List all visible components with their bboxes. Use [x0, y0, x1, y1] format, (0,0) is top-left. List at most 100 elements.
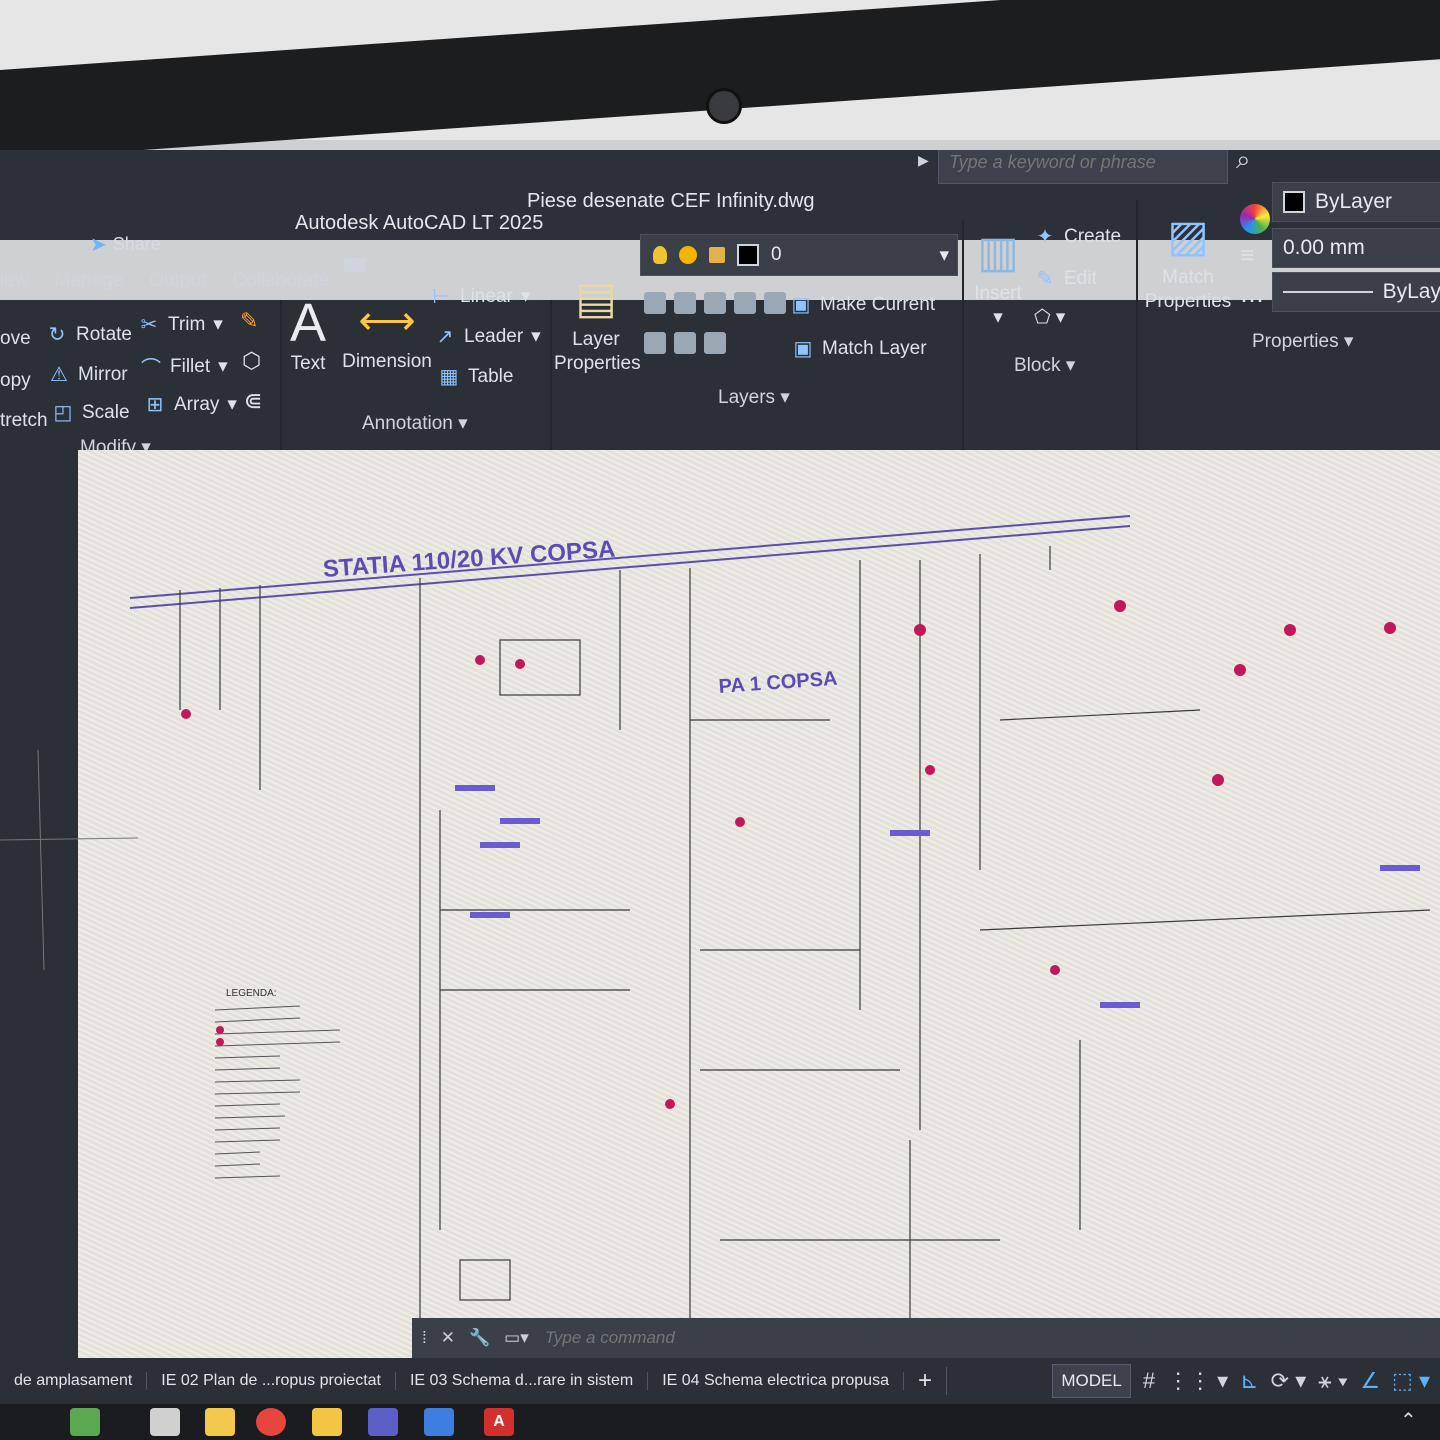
stretch-tool[interactable]: tretch — [0, 410, 48, 432]
offset-icon[interactable]: ⋐ — [244, 388, 262, 414]
weather-icon[interactable] — [70, 1408, 100, 1436]
polar-tracking-icon[interactable]: ⟳ ▾ — [1271, 1368, 1307, 1394]
rotate-button[interactable]: ↻ Rotate — [46, 322, 132, 347]
fillet-icon: ⌒ — [141, 358, 161, 380]
linetype-dropdown[interactable]: ByLay — [1272, 272, 1440, 312]
match-layer-label: Match Layer — [822, 337, 927, 359]
layer-off-icon[interactable] — [644, 292, 666, 314]
text-button[interactable]: A Text — [286, 294, 330, 376]
teams-icon[interactable] — [368, 1408, 398, 1436]
layer-properties-button[interactable]: ▤ Layer Properties — [554, 270, 641, 376]
status-bar-controls: MODEL # ⋮⋮ ▾ ⊾ ⟳ ▾ ⚹ ▾ ∠ ⬚ ▾ — [1052, 1358, 1440, 1404]
help-search-box[interactable] — [938, 150, 1228, 184]
scale-button[interactable]: ◰ Scale — [52, 400, 130, 425]
array-button[interactable]: ⊞ Array ▾ — [144, 392, 237, 417]
tab-view[interactable]: iew — [0, 270, 29, 292]
chevron-down-icon: ▾ — [939, 244, 949, 266]
label-blocks — [455, 785, 1420, 1008]
explode-icon[interactable]: ⬡ — [242, 348, 261, 374]
layers-panel-label[interactable]: Layers ▾ — [718, 386, 790, 409]
array-icon: ⊞ — [146, 394, 164, 416]
annotation-panel-label[interactable]: Annotation ▾ — [362, 412, 468, 435]
workspace-icon[interactable] — [344, 258, 366, 272]
task-view-icon[interactable] — [150, 1408, 180, 1436]
autocad-icon[interactable]: A — [484, 1408, 514, 1436]
table-button[interactable]: ▦ Table — [438, 364, 514, 389]
share-button[interactable]: ➤ Share — [90, 232, 161, 257]
layer-stack-icon: ▤ — [575, 274, 617, 323]
help-search-input[interactable] — [947, 150, 1221, 174]
command-prompt-icon[interactable]: ▭▾ — [504, 1328, 529, 1348]
move-tool[interactable]: ove — [0, 328, 31, 350]
screen: ➤ Share Autodesk AutoCAD LT 2025 Piese d… — [0, 150, 1440, 1440]
trim-button[interactable]: ✂ Trim ▾ — [138, 312, 223, 337]
color-dropdown[interactable]: ByLayer — [1272, 182, 1440, 222]
layer-dropdown[interactable]: 0 ▾ — [640, 234, 958, 276]
insert-icon: ▥ — [977, 228, 1019, 277]
model-space-button[interactable]: MODEL — [1052, 1364, 1131, 1398]
match-properties-button[interactable]: ▨ Match Properties — [1140, 208, 1236, 314]
copy-tool[interactable]: opy — [0, 370, 31, 392]
stretch-label: tretch — [0, 410, 48, 431]
chevron-up-icon[interactable]: ⌃ — [1400, 1408, 1417, 1433]
file-explorer-icon[interactable] — [312, 1408, 342, 1436]
layout-tab-ie04[interactable]: IE 04 Schema electrica propusa — [648, 1372, 904, 1390]
lineweight-dropdown[interactable]: 0.00 mm — [1272, 228, 1440, 268]
match-properties-label-1: Match — [1162, 267, 1214, 288]
scale-label: Scale — [82, 401, 130, 423]
tab-collaborate[interactable]: Collaborate — [232, 270, 329, 292]
tab-manage[interactable]: Manage — [55, 270, 124, 292]
color-value: ByLayer — [1315, 190, 1393, 213]
mirror-button[interactable]: ⚠ Mirror — [48, 362, 128, 387]
command-line[interactable]: ⁞ ✕ 🔧 ▭▾ — [412, 1318, 1440, 1358]
tab-output[interactable]: Output — [149, 270, 206, 292]
layer-freeze-icon[interactable] — [704, 292, 726, 314]
layer-on-tool-icon[interactable] — [764, 292, 786, 314]
layout-tab-site-plan[interactable]: de amplasament — [0, 1372, 148, 1390]
insert-block-button[interactable]: ▥ Insert ▾ — [966, 224, 1030, 330]
layout-tab-ie02[interactable]: IE 02 Plan de ...ropus proiectat — [147, 1372, 396, 1390]
grid-icon[interactable]: # — [1143, 1368, 1155, 1394]
close-icon[interactable]: ✕ — [441, 1328, 455, 1348]
block-attribute-icon[interactable]: ⬠ ▾ — [1034, 306, 1065, 329]
drawing-canvas[interactable]: STATIA 110/20 KV COPSA PA 1 COPSA LEGEND… — [0, 450, 1440, 1390]
make-current-button[interactable]: ▣ Make Current — [790, 292, 936, 317]
chevron-down-icon: ▾ — [213, 314, 223, 335]
snap-icon[interactable]: ⋮⋮ ▾ — [1167, 1368, 1228, 1394]
block-panel-label[interactable]: Block ▾ — [1014, 354, 1075, 377]
object-snap-icon[interactable]: ⬚ ▾ — [1392, 1368, 1430, 1394]
layer-thaw-all-icon[interactable] — [674, 332, 696, 354]
network-app-icon[interactable] — [424, 1408, 454, 1436]
search-icon[interactable]: ⌕ — [1236, 150, 1251, 176]
crosshair-cursor — [37, 749, 45, 971]
layer-lock-icon — [709, 247, 725, 263]
linetype-value: ByLay — [1382, 280, 1440, 303]
layer-lock-tool-icon[interactable] — [734, 292, 756, 314]
layout-tab-ie03[interactable]: IE 03 Schema d...rare in sistem — [396, 1372, 649, 1390]
ortho-icon[interactable]: ⊾ — [1240, 1368, 1258, 1394]
leader-button[interactable]: ↗ Leader ▾ — [434, 324, 541, 349]
match-layer-button[interactable]: ▣ Match Layer — [792, 336, 927, 361]
erase-icon[interactable]: ✎ — [240, 308, 258, 334]
command-input[interactable] — [542, 1327, 847, 1349]
layer-color-swatch — [737, 244, 759, 266]
dimension-button[interactable]: ⟷ Dimension — [342, 292, 432, 374]
add-layout-button[interactable]: + — [904, 1367, 947, 1395]
layer-unlock-icon[interactable] — [704, 332, 726, 354]
chrome-icon[interactable] — [256, 1408, 286, 1436]
move-label: ove — [0, 328, 31, 349]
object-snap-tracking-icon[interactable]: ∠ — [1360, 1368, 1380, 1394]
layer-isolate-icon[interactable] — [674, 292, 696, 314]
create-block-button[interactable]: ✦ Create — [1034, 224, 1121, 249]
linear-dimension-button[interactable]: ⊢ Linear ▾ — [430, 284, 530, 309]
layer-tool-icons — [644, 292, 786, 354]
edit-block-button[interactable]: ✎ Edit — [1034, 266, 1097, 291]
search-expand-icon[interactable]: ▶ — [918, 152, 929, 169]
wrench-icon[interactable]: 🔧 — [469, 1328, 490, 1348]
sticky-app-icon[interactable] — [205, 1408, 235, 1436]
properties-panel-label[interactable]: Properties ▾ — [1252, 330, 1353, 353]
isometric-icon[interactable]: ⚹ ▾ — [1318, 1368, 1348, 1394]
fillet-button[interactable]: ⌒ Fillet ▾ — [140, 352, 228, 381]
color-swatch — [1283, 191, 1305, 213]
layer-unisolate-icon[interactable] — [644, 332, 666, 354]
